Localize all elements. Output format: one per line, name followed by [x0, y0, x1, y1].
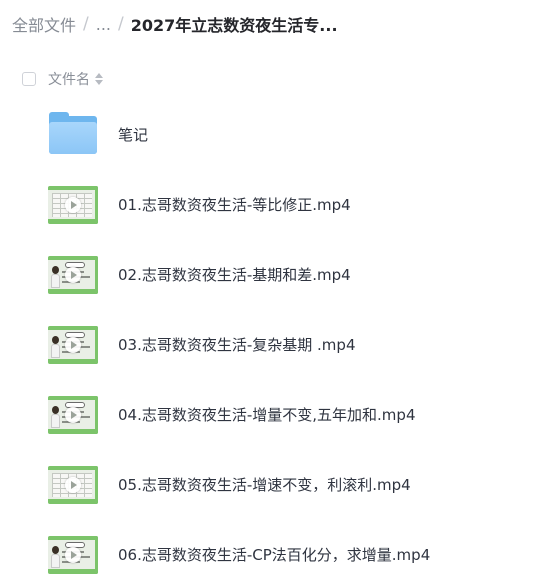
breadcrumb-separator: / [83, 14, 89, 34]
play-icon [65, 197, 81, 213]
file-name[interactable]: 05.志哥数资夜生活-增速不变，利滚利.mp4 [118, 474, 411, 495]
video-thumbnail-icon [48, 186, 98, 224]
sort-icon[interactable] [95, 73, 103, 85]
breadcrumb-current-folder: 2027年立志数资夜生活专... [130, 16, 338, 35]
breadcrumb: 全部文件 / ... / 2027年立志数资夜生活专... [12, 12, 338, 36]
file-name[interactable]: 04.志哥数资夜生活-增量不变,五年加和.mp4 [118, 404, 415, 425]
folder-name[interactable]: 笔记 [118, 124, 148, 145]
play-icon [65, 337, 81, 353]
file-row[interactable]: 04.志哥数资夜生活-增量不变,五年加和.mp4 [0, 380, 542, 450]
folder-icon [49, 112, 97, 154]
play-icon [65, 267, 81, 283]
file-row[interactable]: 05.志哥数资夜生活-增速不变，利滚利.mp4 [0, 450, 542, 520]
file-name[interactable]: 01.志哥数资夜生活-等比修正.mp4 [118, 194, 351, 215]
file-row[interactable]: 03.志哥数资夜生活-复杂基期 .mp4 [0, 310, 542, 380]
file-row[interactable]: 02.志哥数资夜生活-基期和差.mp4 [0, 240, 542, 310]
play-icon [65, 547, 81, 563]
video-thumbnail-icon [48, 396, 98, 434]
file-name[interactable]: 02.志哥数资夜生活-基期和差.mp4 [118, 264, 351, 285]
video-thumbnail-icon [48, 256, 98, 294]
file-row[interactable]: 06.志哥数资夜生活-CP法百化分，求增量.mp4 [0, 520, 542, 574]
breadcrumb-separator: / [118, 14, 124, 34]
video-thumbnail-icon [48, 466, 98, 504]
file-list-header: 文件名 [22, 69, 103, 89]
file-name[interactable]: 06.志哥数资夜生活-CP法百化分，求增量.mp4 [118, 544, 430, 565]
select-all-checkbox[interactable] [22, 72, 36, 86]
file-row[interactable]: 01.志哥数资夜生活-等比修正.mp4 [0, 170, 542, 240]
video-thumbnail-icon [48, 326, 98, 364]
breadcrumb-root-link[interactable]: 全部文件 [12, 12, 76, 36]
video-thumbnail-icon [48, 536, 98, 574]
breadcrumb-ellipsis-link[interactable]: ... [96, 15, 111, 34]
file-list: 笔记 01.志哥数资夜生活-等比修正.mp4 02.志哥数资夜生活-基期和差.mp4… [0, 100, 542, 574]
file-name[interactable]: 03.志哥数资夜生活-复杂基期 .mp4 [118, 334, 355, 355]
play-icon [65, 407, 81, 423]
folder-row[interactable]: 笔记 [0, 100, 542, 170]
play-icon [65, 477, 81, 493]
column-header-filename[interactable]: 文件名 [48, 69, 90, 89]
